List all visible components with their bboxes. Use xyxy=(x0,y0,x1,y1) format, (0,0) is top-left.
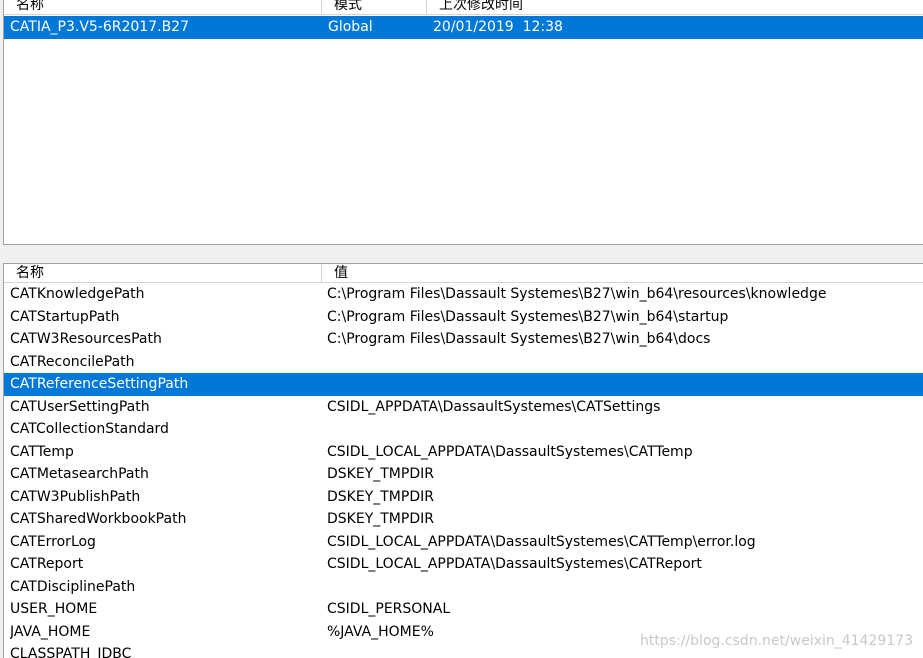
variable-name: CATReconcilePath xyxy=(10,353,135,370)
column-header-value[interactable]: 值 xyxy=(322,264,923,282)
variable-row[interactable]: CATReport CSIDL_LOCAL_APPDATA\DassaultSys… xyxy=(4,553,923,576)
column-header-name[interactable]: 名称 xyxy=(4,264,322,282)
variable-row[interactable]: CATW3ResourcesPath C:\Program Files\Dassa… xyxy=(4,328,923,351)
variable-row[interactable]: CATCollectionStandard xyxy=(4,418,923,441)
variable-value: C:\Program Files\Dassault Systemes\B27\w… xyxy=(327,286,827,302)
variable-row[interactable]: CATW3PublishPath DSKEY_TMPDIR xyxy=(4,486,923,509)
variable-row[interactable]: CATKnowledgePath C:\Program Files\Dassaul… xyxy=(4,283,923,306)
column-header-modified[interactable]: 上次修改时间 xyxy=(427,0,923,14)
variable-name: CATW3ResourcesPath xyxy=(10,331,162,347)
variable-name: CATDisciplinePath xyxy=(10,578,136,595)
variable-row[interactable]: USER_HOME CSIDL_PERSONAL xyxy=(4,598,923,621)
variable-name: CATTemp xyxy=(10,443,74,460)
variable-row[interactable]: CATDisciplinePath xyxy=(4,576,923,599)
variable-row[interactable]: CATReconcilePath xyxy=(4,351,923,374)
column-header-name[interactable]: 名称 xyxy=(4,0,322,14)
variable-name: CATReport xyxy=(10,556,84,572)
variable-name: USER_HOME xyxy=(10,601,98,617)
environment-list[interactable]: 名称 模式 上次修改时间 CATIA_P3.V5-6R2017.B27 Glob… xyxy=(3,0,923,245)
environment-list-header: 名称 模式 上次修改时间 xyxy=(4,0,923,15)
variable-row[interactable]: CATMetasearchPath DSKEY_TMPDIR xyxy=(4,463,923,486)
variable-row[interactable]: CATErrorLog CSIDL_LOCAL_APPDATA\DassaultS… xyxy=(4,531,923,554)
environment-mode: Global xyxy=(328,19,373,35)
variable-row[interactable]: CATSharedWorkbookPath DSKEY_TMPDIR xyxy=(4,508,923,531)
variable-row[interactable]: CATReferenceSettingPath xyxy=(4,373,923,396)
pane-splitter[interactable] xyxy=(0,245,923,263)
watermark: https://blog.csdn.net/weixin_41429173 xyxy=(639,633,913,649)
variable-list-header: 名称 值 xyxy=(4,264,923,283)
variable-row[interactable]: CATTemp CSIDL_LOCAL_APPDATA\DassaultSyste… xyxy=(4,441,923,464)
variable-name: CATReferenceSettingPath xyxy=(10,376,189,392)
variable-name: CATStartupPath xyxy=(10,308,120,325)
environment-name: CATIA_P3.V5-6R2017.B27 xyxy=(10,19,189,35)
variable-value: DSKEY_TMPDIR xyxy=(327,466,434,482)
variable-value: C:\Program Files\Dassault Systemes\B27\w… xyxy=(327,331,711,347)
variable-name: CATErrorLog xyxy=(10,533,96,550)
variable-name: CATSharedWorkbookPath xyxy=(10,511,187,527)
variable-value: DSKEY_TMPDIR xyxy=(327,488,434,505)
variable-value: CSIDL_APPDATA\DassaultSystemes\CATSettin… xyxy=(327,398,661,415)
variable-value: CSIDL_LOCAL_APPDATA\DassaultSystemes\CAT… xyxy=(327,556,702,572)
variable-value: DSKEY_TMPDIR xyxy=(327,511,434,527)
variable-row[interactable]: CATUserSettingPath CSIDL_APPDATA\Dassault… xyxy=(4,396,923,419)
environment-row[interactable]: CATIA_P3.V5-6R2017.B27 Global 20/01/2019… xyxy=(4,16,923,39)
variable-value: C:\Program Files\Dassault Systemes\B27\w… xyxy=(327,308,729,325)
variable-row[interactable]: CATStartupPath C:\Program Files\Dassault … xyxy=(4,306,923,329)
column-header-mode[interactable]: 模式 xyxy=(322,0,427,14)
variable-name: CATMetasearchPath xyxy=(10,466,149,482)
variable-name: CLASSPATH_JDBC xyxy=(10,646,132,658)
variable-name: CATKnowledgePath xyxy=(10,286,145,302)
variable-value: CSIDL_LOCAL_APPDATA\DassaultSystemes\CAT… xyxy=(327,533,756,550)
variable-name: JAVA_HOME xyxy=(10,623,91,640)
variable-name: CATUserSettingPath xyxy=(10,398,150,415)
variable-value: CSIDL_PERSONAL xyxy=(327,601,451,617)
environment-modified: 20/01/2019 12:38 xyxy=(433,19,563,35)
variable-name: CATW3PublishPath xyxy=(10,488,141,505)
variable-list[interactable]: 名称 值 CATKnowledgePath C:\Program Files\Da… xyxy=(3,263,923,658)
variable-name: CATCollectionStandard xyxy=(10,421,169,437)
variable-value: CSIDL_LOCAL_APPDATA\DassaultSystemes\CAT… xyxy=(327,443,693,460)
